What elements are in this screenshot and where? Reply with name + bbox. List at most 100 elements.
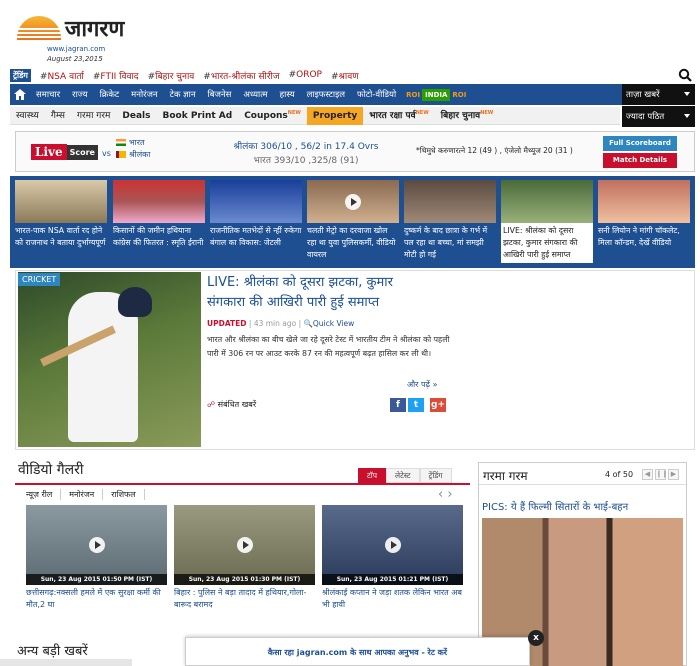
close-icon[interactable]: x bbox=[528, 630, 544, 646]
related-news-link[interactable]: ☍ संबंधित खबरें bbox=[207, 399, 256, 410]
headline-card[interactable]: दुष्कर्म के बाद छात्रा के गर्भ में पल रह… bbox=[404, 180, 496, 263]
next-icon[interactable]: ▶ bbox=[668, 469, 679, 480]
nav-item[interactable]: फोटो-वीडियो bbox=[351, 89, 402, 100]
nav-item[interactable]: टेक ज्ञान bbox=[164, 89, 202, 100]
headline-caption: LIVE: श्रीलंका को दूसरा झटका, कुमार संगक… bbox=[503, 226, 578, 259]
headline-card-selected[interactable]: LIVE: श्रीलंका को दूसरा झटका, कुमार संगक… bbox=[501, 180, 593, 263]
scrollbar-track[interactable] bbox=[0, 659, 132, 666]
headline-card[interactable]: भारत-पाक NSA वार्ता रद होने को राजनाथ ने… bbox=[15, 180, 107, 263]
nav-item[interactable]: बिजनेस bbox=[202, 89, 238, 100]
live-score-logo: Live Score bbox=[31, 144, 98, 160]
score-summary[interactable]: श्रीलंका 306/10 , 56/2 in 17.4 Ovrs भारत… bbox=[221, 140, 391, 168]
full-scoreboard-button[interactable]: Full Scoreboard bbox=[603, 136, 677, 151]
subnav-item[interactable]: स्वास्थ्य bbox=[10, 107, 45, 125]
video-caption: श्रीलंकाई कप्तान ने जड़ा शतक लेकिन भारत … bbox=[322, 588, 462, 609]
subtab-newsreel[interactable]: न्यूज़ रील bbox=[18, 489, 62, 500]
carousel-arrows[interactable]: ‹ › bbox=[438, 487, 453, 502]
prev-icon[interactable]: ◀ bbox=[642, 469, 653, 480]
video-date: Sun, 23 Aug 2015 01:21 PM (IST) bbox=[322, 574, 463, 585]
tab-top[interactable]: टॉप bbox=[358, 468, 386, 483]
video-caption: छत्तीसगढ़:नक्सली हमले में एक सुरक्षा कर्… bbox=[26, 588, 161, 609]
read-more-link[interactable]: और पढ़ें » bbox=[407, 379, 437, 390]
subtab-horoscope[interactable]: राशिफल bbox=[103, 489, 145, 500]
helmet-figure bbox=[118, 287, 152, 317]
trending-item[interactable]: #भारत-श्रीलंका सीरीज bbox=[203, 69, 279, 82]
trending-item[interactable]: #बिहार चुनाव bbox=[148, 69, 195, 82]
team-name: भारत bbox=[129, 138, 145, 147]
subnav-item-coupons[interactable]: CouponsNEW bbox=[238, 107, 307, 125]
home-icon[interactable] bbox=[10, 84, 30, 105]
subnav-item[interactable]: गैम्स bbox=[45, 107, 71, 125]
subnav-item-property[interactable]: Property bbox=[306, 106, 364, 125]
live-score-widget: Live Score vs भारत श्रीलंका श्रीलंका 306/… bbox=[15, 131, 695, 172]
play-icon bbox=[236, 537, 253, 553]
headline-card[interactable]: सनी लियोन ने मांगी चॉकलेट, मिला कॉन्डम, … bbox=[598, 180, 690, 263]
subnav-item[interactable]: गरमा गरम bbox=[71, 107, 116, 125]
tab-trending[interactable]: ट्रेंडिंग bbox=[419, 468, 452, 483]
site-url: www.jagran.com bbox=[47, 45, 106, 53]
trending-item[interactable]: #NSA वार्ता bbox=[40, 69, 84, 82]
chevron-right-icon[interactable]: › bbox=[447, 487, 452, 502]
headline-thumbnail bbox=[404, 180, 496, 223]
headline-thumbnail bbox=[113, 180, 205, 223]
nav-item[interactable]: हास्य bbox=[274, 89, 301, 100]
nav-item[interactable]: समाचार bbox=[30, 89, 66, 100]
trending-item[interactable]: #श्रावण bbox=[331, 69, 359, 82]
latest-news-dropdown[interactable]: ताज़ा खबरें bbox=[622, 84, 695, 105]
googleplus-share-icon[interactable]: g+ bbox=[430, 398, 446, 412]
feedback-banner[interactable]: कैसा रहा jagran.com के साथ आपका अनुभव - … bbox=[185, 637, 530, 666]
headline-thumbnail bbox=[598, 180, 690, 223]
header-date: August 23,2015 bbox=[47, 55, 103, 63]
logo-wordmark: जागरण bbox=[65, 16, 125, 42]
time-ago: 43 min ago bbox=[253, 319, 297, 328]
facebook-share-icon[interactable]: f bbox=[390, 398, 406, 412]
twitter-share-icon[interactable]: t bbox=[408, 398, 424, 412]
headline-caption: राजनीतिक मतभेदों से न्हीं रुकेगा बंगाल क… bbox=[210, 226, 302, 247]
subtab-entertainment[interactable]: मनोरंजन bbox=[61, 489, 104, 500]
pause-icon[interactable]: ❙❙ bbox=[655, 469, 668, 480]
subnav-item[interactable]: Book Print Ad bbox=[156, 107, 238, 125]
nav-item[interactable]: लाइफस्टाइल bbox=[301, 89, 351, 100]
quick-view-link[interactable]: 🔍Quick View bbox=[304, 319, 355, 328]
headline-card[interactable]: किसानों की जमीन हथियाना कांग्रेस की फितर… bbox=[113, 180, 205, 263]
video-card[interactable]: Sun, 23 Aug 2015 01:30 PM (IST) बिहार : … bbox=[174, 505, 315, 611]
trending-item[interactable]: #FTII विवाद bbox=[93, 69, 139, 82]
headline-caption: भारत-पाक NSA वार्ता रद होने को राजनाथ ने… bbox=[15, 226, 106, 247]
nav-item[interactable]: क्रिकेट bbox=[94, 89, 126, 100]
headline-strip: भारत-पाक NSA वार्ता रद होने को राजनाथ ने… bbox=[10, 176, 695, 268]
headline-card[interactable]: चलती मेट्रो का दरवाजा खोल रहा था युवा पु… bbox=[307, 180, 399, 263]
match-details-button[interactable]: Match Details bbox=[603, 153, 677, 168]
headline-thumbnail bbox=[501, 180, 593, 223]
subnav-item[interactable]: Deals bbox=[116, 107, 156, 125]
featured-title[interactable]: LIVE: श्रीलंका को दूसरा झटका, कुमार संगक… bbox=[207, 273, 432, 313]
nav-item[interactable]: अध्यात्म bbox=[237, 89, 273, 100]
sun-logo-icon bbox=[17, 16, 61, 40]
roi-india-logo[interactable]: ROI INDIA ROI bbox=[406, 88, 466, 101]
featured-image[interactable] bbox=[18, 272, 201, 447]
most-read-dropdown[interactable]: ज्यादा पठित bbox=[622, 106, 695, 127]
category-tag[interactable]: CRICKET bbox=[18, 273, 61, 286]
batsmen-info: *थिमुधे करुणारत्ने 12 (49 ) , एंजेलो मैथ… bbox=[416, 146, 573, 155]
subnav-item[interactable]: बिहार चुनावNEW bbox=[435, 107, 500, 125]
logo-subtitle: www.jagran.com August 23,2015 bbox=[47, 44, 105, 64]
trending-item[interactable]: #OROP bbox=[289, 70, 322, 80]
video-card[interactable]: Sun, 23 Aug 2015 01:21 PM (IST) श्रीलंका… bbox=[322, 505, 463, 611]
play-icon bbox=[88, 537, 105, 553]
new-badge: NEW bbox=[287, 109, 301, 116]
video-card[interactable]: Sun, 23 Aug 2015 01:50 PM (IST) छत्तीसगढ… bbox=[26, 505, 167, 611]
subnav-item[interactable]: भारत रक्षा पर्वNEW bbox=[363, 107, 434, 125]
search-icon[interactable] bbox=[678, 68, 692, 82]
video-thumbnail: Sun, 23 Aug 2015 01:50 PM (IST) bbox=[26, 505, 167, 585]
jagran-logo[interactable]: जागरण bbox=[17, 13, 124, 43]
video-subtabs: न्यूज़ रील मनोरंजन राशिफल bbox=[18, 489, 145, 500]
headline-thumbnail bbox=[15, 180, 107, 223]
chevron-left-icon[interactable]: ‹ bbox=[438, 487, 443, 502]
new-badge: NEW bbox=[415, 109, 429, 116]
tab-latest[interactable]: लेटेस्ट bbox=[385, 468, 420, 483]
nav-item[interactable]: राज्य bbox=[66, 89, 93, 100]
nav-item[interactable]: मनोरंजन bbox=[125, 89, 164, 100]
gallery-caption[interactable]: PICS: ये हैं फिल्मी सितारों के भाई-बहन bbox=[482, 499, 628, 513]
headline-card[interactable]: राजनीतिक मतभेदों से न्हीं रुकेगा बंगाल क… bbox=[210, 180, 302, 263]
score-line: श्रीलंका 306/10 , 56/2 in 17.4 Ovrs bbox=[233, 142, 379, 152]
featured-body: भारत और श्रीलंका का बीच खेले जा रहे दूसर… bbox=[207, 335, 450, 358]
